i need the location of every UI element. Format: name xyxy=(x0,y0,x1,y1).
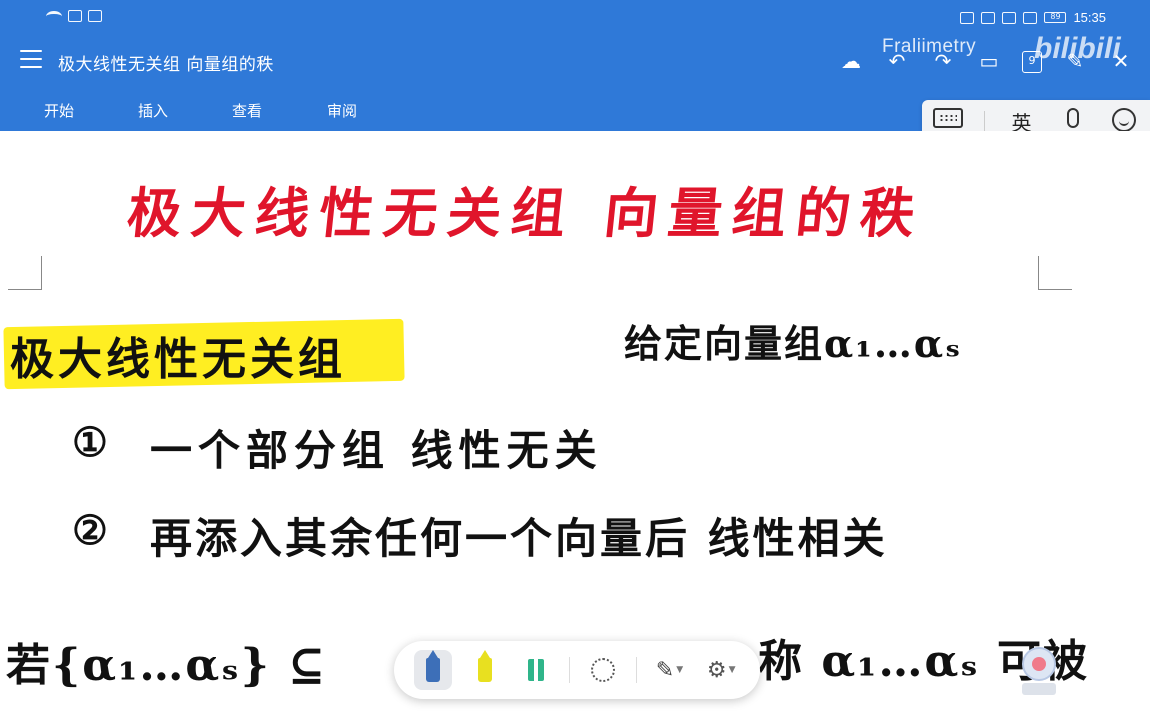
battery-icon: 89 xyxy=(1044,12,1067,23)
handwritten-heading: 极大线性无关组 xyxy=(10,334,346,385)
floating-assistant-label xyxy=(1022,683,1056,695)
bluetooth-icon xyxy=(1002,11,1017,24)
cloud-sync-icon[interactable]: ☁ xyxy=(838,48,864,74)
handwritten-title: 极大线性无关组 向量组的秩 xyxy=(124,181,928,245)
status-bar: 89 15:35 xyxy=(0,0,1150,36)
ballpoint-pen-tool[interactable] xyxy=(414,650,452,690)
tab-view[interactable]: 查看 xyxy=(232,100,262,121)
lasso-tool[interactable] xyxy=(584,650,622,690)
pen-mode-icon[interactable]: ✎ xyxy=(1062,48,1088,74)
toolbar-divider xyxy=(635,657,637,683)
settings-tool[interactable]: ⚙ ▼ xyxy=(702,650,740,690)
eye-icon xyxy=(981,11,996,24)
highlighter-tool[interactable] xyxy=(466,650,504,690)
undo-icon[interactable]: ↶ xyxy=(884,48,910,74)
page-margin-mark-right xyxy=(1038,256,1072,290)
handwritten-given: 给定向量组α₁…αₛ xyxy=(624,321,963,366)
gear-icon: ⚙ xyxy=(706,657,727,683)
tab-insert[interactable]: 插入 xyxy=(138,100,168,121)
handwritten-bottom-left: 若{α₁…αₛ} ⊆ xyxy=(6,640,328,691)
emoji-icon xyxy=(1112,108,1137,132)
tab-home[interactable]: 开始 xyxy=(44,100,74,121)
page-margin-mark-left xyxy=(8,256,42,290)
status-right-icons: 89 15:35 xyxy=(960,10,1106,25)
app-icon xyxy=(68,10,82,22)
highlighter-icon xyxy=(477,650,492,682)
condition-1-number: ① xyxy=(72,419,108,466)
status-left-icons xyxy=(46,10,102,22)
tab-review[interactable]: 审阅 xyxy=(327,100,357,121)
condition-2-text: 再添入其余任何一个向量后 线性相关 xyxy=(150,514,888,563)
eraser-tool[interactable] xyxy=(517,650,555,690)
clock: 15:35 xyxy=(1073,10,1106,25)
pencil-icon: ✎ xyxy=(655,657,675,683)
title-actions: ☁ ↶ ↷ ▭ 9 ✎ ✕ xyxy=(838,48,1134,74)
fullscreen-icon[interactable]: ▭ xyxy=(976,48,1002,74)
moon-icon xyxy=(1023,11,1038,24)
eraser-icon xyxy=(528,659,545,681)
notification-icon xyxy=(88,10,102,22)
close-icon[interactable]: ✕ xyxy=(1108,48,1134,74)
chevron-down-icon: ▼ xyxy=(728,665,736,675)
pen-icon xyxy=(425,650,440,682)
redo-icon[interactable]: ↷ xyxy=(930,48,956,74)
title-bar: 极大线性无关组 向量组的秩 Fraliimetry bilibili ☁ ↶ ↷… xyxy=(0,32,1150,86)
pen-toolbar: ✎ ▼ ⚙ ▼ xyxy=(394,641,760,699)
note-page[interactable]: 极大线性无关组 向量组的秩 极大线性无关组 给定向量组α₁…αₛ ① 一个部分组… xyxy=(0,131,1150,720)
keyboard-icon xyxy=(932,108,963,128)
document-title: 极大线性无关组 向量组的秩 xyxy=(58,55,274,75)
wifi-icon xyxy=(46,10,62,22)
battery-level: 89 xyxy=(1050,12,1061,21)
cast-icon xyxy=(960,11,975,24)
toolbar-divider xyxy=(569,657,570,683)
lasso-icon xyxy=(590,658,615,682)
hamburger-menu-icon[interactable] xyxy=(20,50,42,68)
pen-settings-tool[interactable]: ✎ ▼ xyxy=(651,650,689,690)
page-count-badge[interactable]: 9 xyxy=(1022,51,1042,73)
condition-1-text: 一个部分组 线性无关 xyxy=(150,426,603,475)
chevron-down-icon: ▼ xyxy=(676,665,684,675)
microphone-icon xyxy=(1066,108,1079,128)
floating-assistant-ball[interactable] xyxy=(1022,647,1056,681)
condition-2-number: ② xyxy=(72,507,108,554)
